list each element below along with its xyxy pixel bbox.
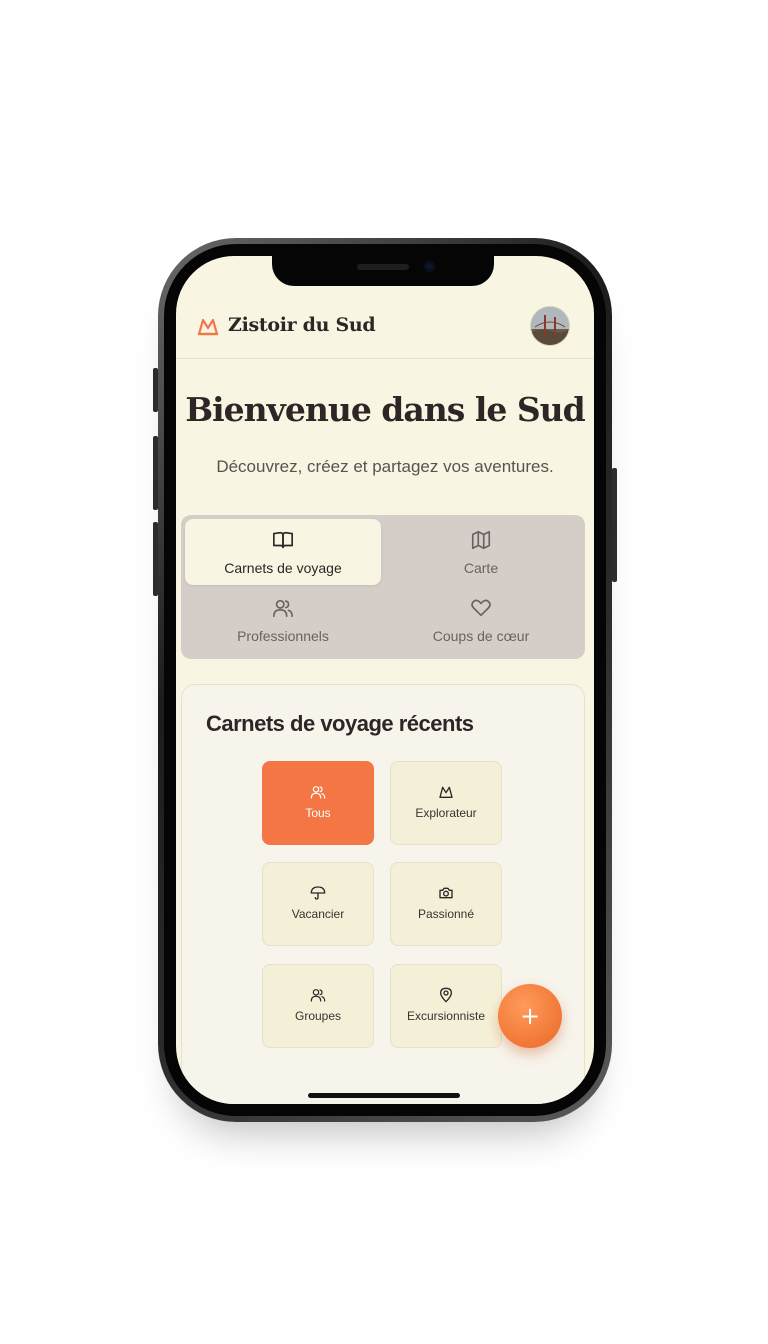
map-icon	[471, 530, 491, 550]
map-pin-icon	[440, 987, 452, 1003]
user-avatar[interactable]	[530, 306, 570, 346]
add-carnet-button[interactable]: +	[498, 984, 562, 1048]
filter-explorateur[interactable]: Explorateur	[390, 761, 502, 845]
filter-label: Vacancier	[291, 907, 345, 921]
app-screen: Zistoir du Sud Bienvenue dans le Sud Déc…	[176, 256, 594, 1104]
power-button	[612, 468, 617, 582]
filter-vacancier[interactable]: Vacancier	[262, 862, 374, 946]
tab-carte[interactable]: Carte	[383, 519, 579, 585]
front-camera	[424, 261, 435, 272]
tab-coups-de-coeur[interactable]: Coups de cœur	[383, 587, 579, 653]
top-bar: Zistoir du Sud	[176, 300, 594, 359]
filter-label: Passionné	[417, 907, 475, 921]
mute-switch	[153, 368, 158, 412]
volume-down-button	[153, 522, 158, 596]
tab-label: Carnets de voyage	[224, 560, 342, 576]
book-open-icon	[273, 531, 293, 549]
avatar-image	[531, 307, 569, 345]
tab-professionnels[interactable]: Professionnels	[185, 587, 381, 653]
filter-groupes[interactable]: Groupes	[262, 964, 374, 1048]
users-icon	[310, 786, 326, 799]
filter-label: Tous	[305, 806, 331, 820]
speaker	[357, 264, 409, 270]
tab-label: Carte	[463, 560, 499, 576]
filter-label: Groupes	[294, 1009, 342, 1023]
filter-passionne[interactable]: Passionné	[390, 862, 502, 946]
mountain-icon	[439, 786, 453, 798]
brand-name[interactable]: Zistoir du Sud	[228, 314, 376, 336]
mountain-logo-icon[interactable]	[196, 314, 220, 338]
umbrella-icon	[310, 886, 326, 900]
heart-icon	[471, 599, 491, 617]
tab-label: Professionnels	[237, 628, 329, 644]
users-icon	[310, 989, 326, 1002]
tab-label: Coups de cœur	[432, 628, 530, 644]
filter-tous[interactable]: Tous	[262, 761, 374, 845]
volume-up-button	[153, 436, 158, 510]
filter-excursionniste[interactable]: Excursionniste	[390, 964, 502, 1048]
home-indicator[interactable]	[308, 1093, 460, 1098]
notch	[272, 256, 494, 286]
users-icon	[273, 599, 293, 618]
section-title: Carnets de voyage récents	[206, 711, 474, 736]
filter-label: Explorateur	[415, 806, 477, 820]
page-title: Bienvenue dans le Sud	[185, 390, 586, 429]
section-tabs: Carnets de voyage Carte Professionnels C…	[181, 515, 585, 659]
tab-carnets-de-voyage[interactable]: Carnets de voyage	[185, 519, 381, 585]
filter-label: Excursionniste	[406, 1009, 486, 1023]
camera-icon	[439, 887, 453, 899]
page-subtitle: Découvrez, créez et partagez vos aventur…	[216, 457, 554, 476]
